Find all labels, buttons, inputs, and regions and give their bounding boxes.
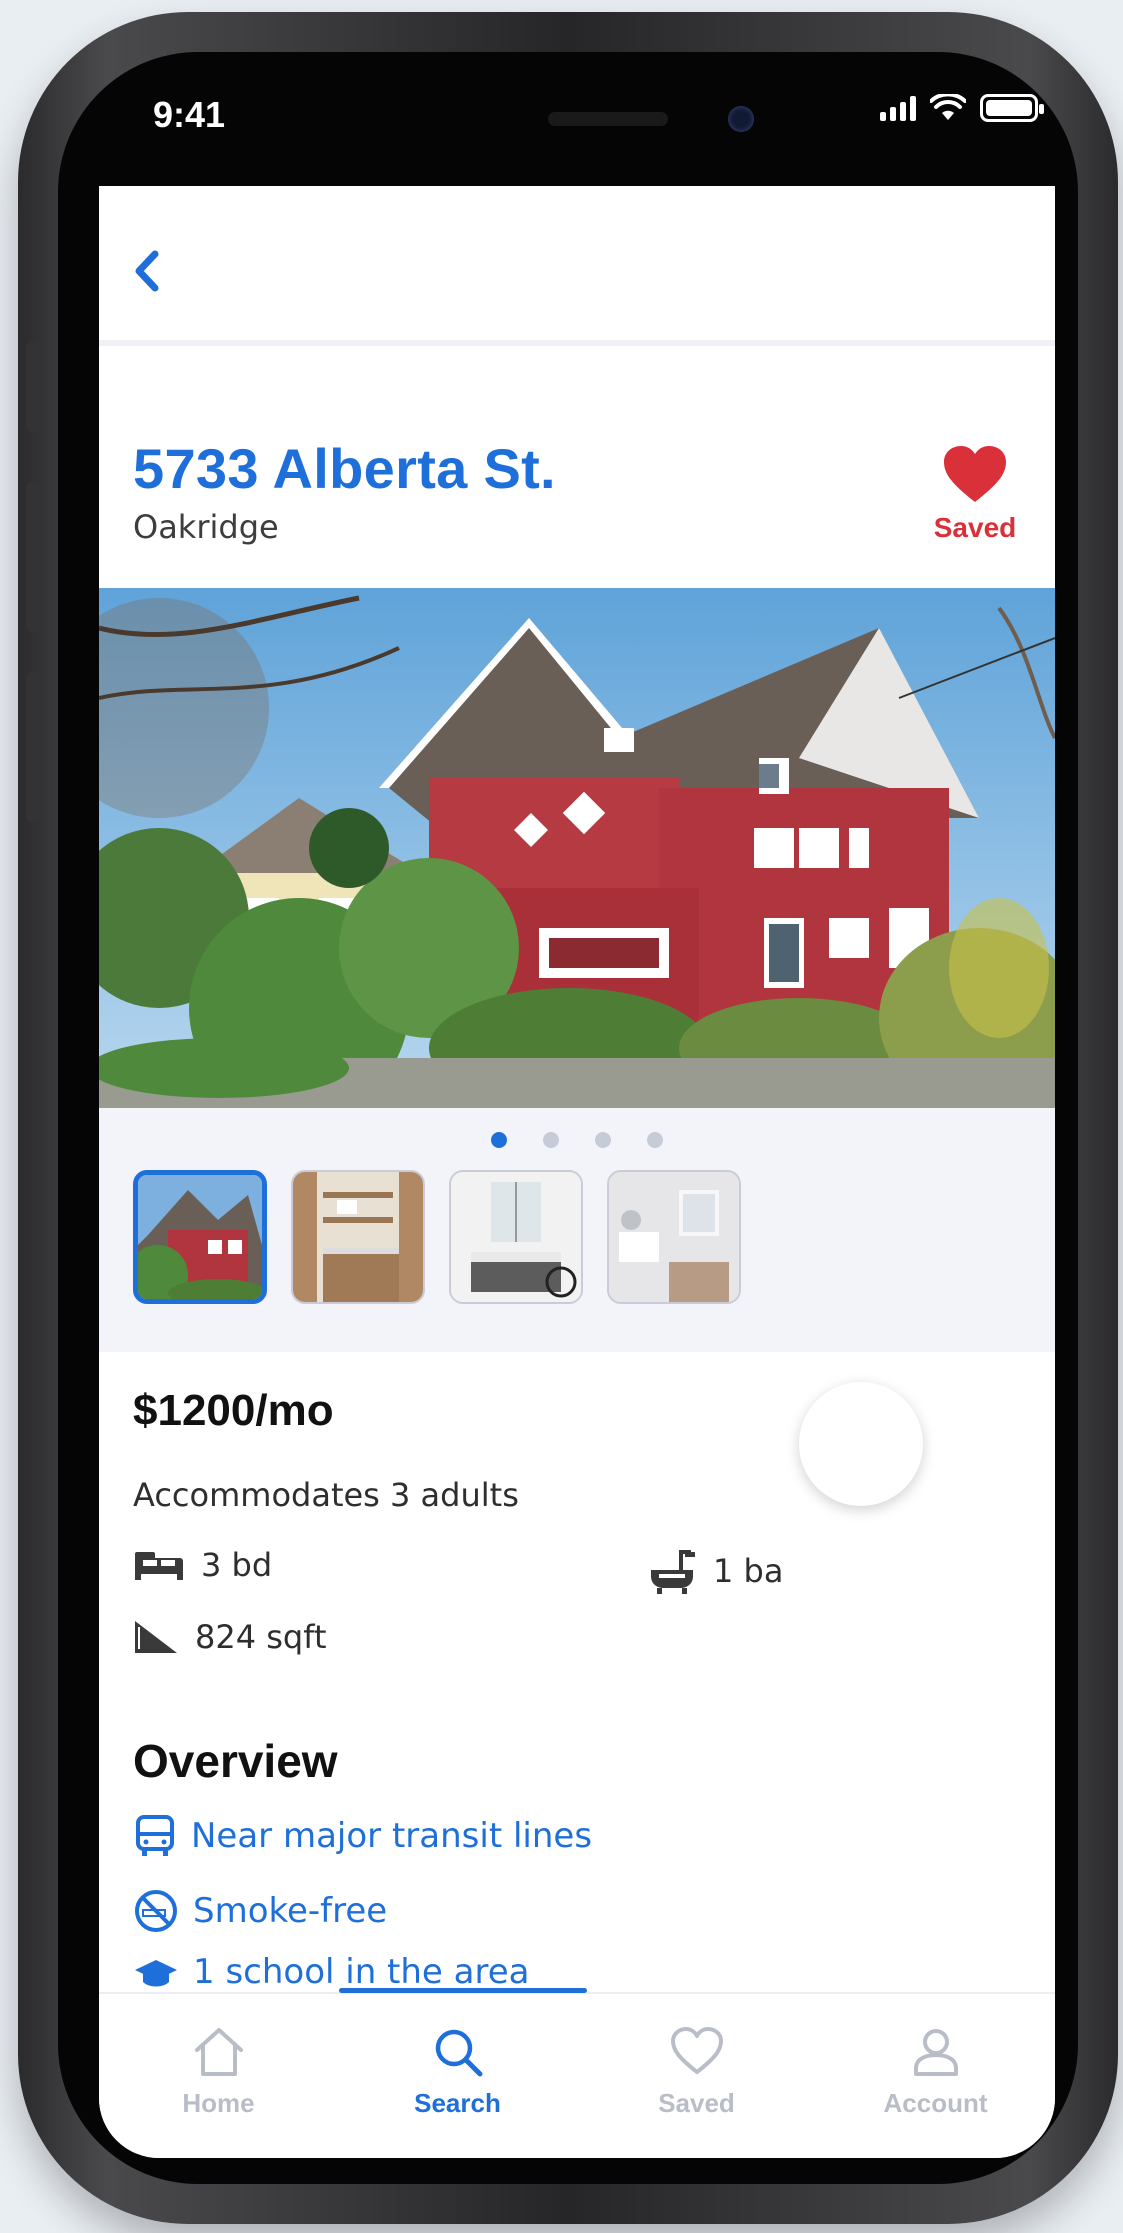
listing-title: 5733 Alberta St. <box>133 437 556 500</box>
bed-icon <box>135 1552 183 1580</box>
volume-up-button <box>26 482 40 632</box>
carousel-dot[interactable] <box>543 1132 559 1148</box>
floating-action-button[interactable] <box>799 1382 923 1506</box>
overview-item-school: 1 school in the area <box>133 1952 529 1992</box>
user-icon <box>913 2029 958 2076</box>
overview-item-transit: Near major transit lines <box>133 1814 592 1858</box>
no-smoking-icon <box>135 1890 177 1932</box>
tab-saved[interactable]: Saved <box>577 1994 816 2158</box>
search-icon <box>435 2029 482 2077</box>
status-icons <box>880 94 1044 122</box>
tab-search[interactable]: Search <box>338 1994 577 2158</box>
home-icon <box>194 2028 243 2076</box>
saved-label: Saved <box>933 512 1017 543</box>
speaker-grille <box>548 112 668 126</box>
bedrooms-feature: 3 bd <box>133 1546 272 1584</box>
bathrooms-text: 1 ba <box>713 1552 784 1590</box>
overview-item-smoke-free: Smoke-free <box>133 1888 387 1934</box>
listing-price: $1200/mo <box>133 1386 334 1435</box>
status-time: 9:41 <box>153 94 226 135</box>
thumbnail-exterior[interactable] <box>133 1170 267 1304</box>
battery-icon <box>980 94 1044 122</box>
bathrooms-feature: 1 ba <box>647 1546 783 1596</box>
mute-switch <box>26 342 40 432</box>
signal-icon <box>880 95 916 121</box>
bathtub-icon <box>651 1550 695 1594</box>
back-chevron-icon[interactable] <box>127 246 167 296</box>
bus-icon <box>136 1815 174 1856</box>
tab-label: Saved <box>658 2088 735 2118</box>
saved-toggle[interactable]: Saved <box>925 444 1025 544</box>
carousel-dots <box>99 1132 1055 1148</box>
thumbnail-kitchen[interactable] <box>291 1170 425 1304</box>
front-camera <box>728 106 754 132</box>
overview-item-label: Near major transit lines <box>191 1816 593 1856</box>
tab-label: Search <box>414 2088 501 2118</box>
tab-account[interactable]: Account <box>816 1994 1055 2158</box>
overview-heading: Overview <box>133 1735 338 1787</box>
listing-neighborhood: Oakridge <box>133 508 279 546</box>
floor-area-icon <box>135 1621 177 1653</box>
bedrooms-text: 3 bd <box>201 1546 273 1584</box>
overview-item-label: 1 school in the area <box>193 1952 530 1992</box>
accommodates-text: Accommodates 3 adults <box>133 1476 519 1514</box>
area-text: 824 sqft <box>195 1618 327 1656</box>
bottom-tab-bar: Home Search Saved Account <box>99 1988 1055 2158</box>
overview-item-label: Smoke-free <box>193 1891 388 1931</box>
thumbnail-bedroom[interactable] <box>449 1170 583 1304</box>
notch <box>328 52 868 170</box>
carousel-dot[interactable] <box>491 1132 507 1148</box>
active-tab-indicator <box>339 1988 587 1993</box>
hero-photo[interactable] <box>99 588 1055 1108</box>
app-screen: 5733 Alberta St. Oakridge Saved $1200/mo… <box>99 186 1055 2158</box>
tab-label: Account <box>883 2088 988 2118</box>
carousel-dot[interactable] <box>595 1132 611 1148</box>
tab-label: Home <box>182 2088 255 2118</box>
area-feature: 824 sqft <box>133 1618 326 1656</box>
volume-down-button <box>26 672 40 822</box>
house-exterior-image <box>99 588 1055 1108</box>
photo-gallery <box>99 1108 1055 1352</box>
tab-home[interactable]: Home <box>99 1994 338 2158</box>
graduation-cap-icon <box>135 1960 177 1987</box>
top-nav-bar <box>99 186 1055 346</box>
heart-filled-icon <box>944 446 1006 502</box>
wifi-icon <box>930 94 966 120</box>
thumbnail-strip <box>133 1170 741 1304</box>
thumbnail-bathroom[interactable] <box>607 1170 741 1304</box>
heart-icon <box>670 2027 723 2074</box>
carousel-dot[interactable] <box>647 1132 663 1148</box>
